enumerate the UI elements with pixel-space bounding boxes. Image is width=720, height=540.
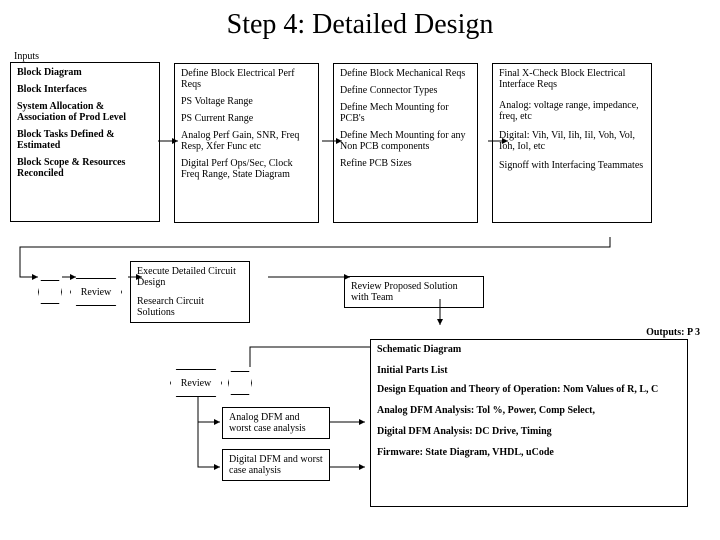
inputs-box: Block Diagram Block Interfaces System Al… — [10, 62, 160, 222]
outputs-label: Outputs: P 3 — [646, 327, 700, 338]
elec-h: Define Block Electrical Perf Reqs — [181, 68, 312, 90]
outputs-l5: Digital DFM Analysis: DC Drive, Timing — [377, 426, 681, 437]
xcheck-l2: Digital: Vih, Vil, Iih, Iil, Voh, Vol, I… — [499, 130, 645, 152]
dfm-digital-box: Digital DFM and worst case analysis — [222, 449, 330, 481]
mech-l1: Define Connector Types — [340, 85, 471, 96]
chevron-hex-icon-2 — [228, 371, 252, 395]
inputs-l2: Block Interfaces — [17, 84, 153, 95]
chevron-hex-icon — [38, 280, 62, 304]
outputs-l2: Initial Parts List — [377, 365, 681, 376]
xcheck-box: Final X-Check Block Electrical Interface… — [492, 63, 652, 223]
outputs-l6: Firmware: State Diagram, VHDL, uCode — [377, 447, 681, 458]
design-l2: Research Circuit Solutions — [137, 296, 243, 318]
xcheck-h: Final X-Check Block Electrical Interface… — [499, 68, 645, 90]
outputs-l4: Analog DFM Analysis: Tol %, Power, Comp … — [377, 405, 681, 416]
mech-l3: Define Mech Mounting for any Non PCB com… — [340, 130, 471, 152]
elec-l3: Analog Perf Gain, SNR, Freq Resp, Xfer F… — [181, 130, 312, 152]
inputs-label: Inputs — [14, 51, 160, 62]
elec-box: Define Block Electrical Perf Reqs PS Vol… — [174, 63, 319, 223]
dfm-digital-text: Digital DFM and worst case analysis — [229, 454, 323, 476]
review-hex-2: Review — [170, 369, 222, 397]
xcheck-l3: Signoff with Interfacing Teammates — [499, 160, 645, 171]
outputs-l1: Schematic Diagram — [377, 344, 681, 355]
mech-h: Define Block Mechanical Reqs — [340, 68, 471, 79]
mech-box: Define Block Mechanical Reqs Define Conn… — [333, 63, 478, 223]
outputs-l3: Design Equation and Theory of Operation:… — [377, 384, 681, 395]
mech-l4: Refine PCB Sizes — [340, 158, 471, 169]
dfm-analog-text: Analog DFM and worst case analysis — [229, 412, 306, 434]
review-hex-1: Review — [70, 278, 122, 306]
inputs-l5: Block Scope & Resources Reconciled — [17, 157, 153, 179]
inputs-l3: System Allocation & Association of Prod … — [17, 101, 153, 123]
outputs-box: Schematic Diagram Initial Parts List Des… — [370, 339, 688, 507]
dfm-analog-box: Analog DFM and worst case analysis — [222, 407, 330, 439]
inputs-l1: Block Diagram — [17, 67, 153, 78]
elec-l2: PS Current Range — [181, 113, 312, 124]
mech-l2: Define Mech Mounting for PCB's — [340, 102, 471, 124]
design-box: Execute Detailed Circuit Design Research… — [130, 261, 250, 323]
review-team-text: Review Proposed Solution with Team — [351, 281, 458, 303]
elec-l4: Digital Perf Ops/Sec, Clock Freq Range, … — [181, 158, 312, 180]
elec-l1: PS Voltage Range — [181, 96, 312, 107]
design-l1: Execute Detailed Circuit Design — [137, 266, 243, 288]
page-title: Step 4: Detailed Design — [10, 9, 710, 41]
review-team-box: Review Proposed Solution with Team — [344, 276, 484, 308]
inputs-l4: Block Tasks Defined & Estimated — [17, 129, 153, 151]
xcheck-l1: Analog: voltage range, impedance, freq, … — [499, 100, 645, 122]
